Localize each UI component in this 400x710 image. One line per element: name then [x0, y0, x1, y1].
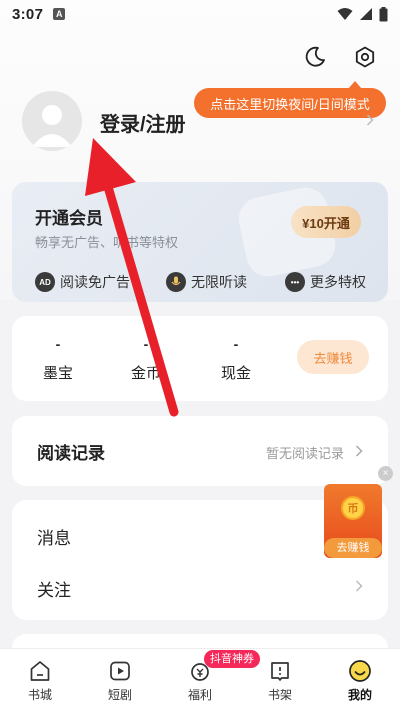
- night-mode-button[interactable]: [300, 42, 330, 72]
- smiley-icon: [349, 660, 371, 682]
- follow-row[interactable]: 关注: [37, 576, 71, 601]
- battery-icon: [379, 6, 388, 21]
- nav-bookshelf[interactable]: 书架: [250, 659, 310, 703]
- stat-coins[interactable]: - 金币: [116, 336, 176, 383]
- ad-free-icon: AD: [35, 272, 55, 292]
- reading-record-title: 阅读记录: [37, 444, 105, 463]
- messages-row[interactable]: 消息: [37, 524, 71, 549]
- nav-mine[interactable]: 我的: [330, 659, 390, 703]
- chevron-right-icon: [366, 114, 374, 126]
- stat-label: 金币: [130, 365, 161, 382]
- vip-feature-label: 更多特权: [310, 274, 366, 290]
- avatar[interactable]: [22, 91, 82, 151]
- settings-icon: [355, 46, 375, 68]
- reading-record-row[interactable]: 阅读记录 暂无阅读记录: [12, 416, 388, 486]
- vip-feature-listen[interactable]: 无限听读: [166, 272, 247, 292]
- stat-cash[interactable]: - 现金: [206, 336, 266, 383]
- floating-earn-widget[interactable]: 币 去赚钱: [324, 484, 382, 558]
- stat-mobao[interactable]: - 墨宝: [28, 336, 88, 383]
- bookshelf-icon: [271, 662, 289, 681]
- stat-value: -: [233, 336, 239, 352]
- default-avatar-icon: [32, 105, 72, 147]
- play-icon: [110, 661, 130, 681]
- nav-label: 书架: [267, 688, 292, 702]
- nav-short-drama[interactable]: 短剧: [90, 659, 150, 703]
- chevron-right-icon: [355, 580, 363, 592]
- stat-label: 现金: [220, 365, 251, 382]
- coin-icon: 币: [341, 496, 365, 520]
- vip-feature-label: 阅读免广告: [60, 274, 130, 290]
- signal-icon: [360, 8, 372, 20]
- nav-label: 我的: [347, 688, 372, 702]
- tooltip-text: 点击这里切换夜间/日间模式: [210, 96, 370, 112]
- earn-money-button[interactable]: 去赚钱: [297, 340, 369, 374]
- floating-earn-label: 去赚钱: [324, 538, 382, 558]
- vip-card[interactable]: 开通会员 畅享无广告、听书等特权 ¥10开通 AD 阅读免广告 无限听读 •••…: [12, 182, 388, 302]
- welfare-badge: 抖音神券: [204, 650, 260, 668]
- nav-label: 福利: [187, 688, 212, 702]
- vip-purchase-button[interactable]: ¥10开通: [291, 206, 361, 238]
- more-dots-icon: •••: [285, 272, 305, 292]
- vip-feature-more[interactable]: ••• 更多特权: [285, 272, 366, 292]
- close-icon[interactable]: ×: [378, 466, 393, 481]
- night-mode-tooltip: 点击这里切换夜间/日间模式: [194, 81, 386, 118]
- login-register-link[interactable]: 登录/注册: [100, 108, 186, 137]
- nav-label: 书城: [27, 688, 52, 702]
- stat-label: 墨宝: [42, 365, 73, 382]
- stat-value: -: [143, 336, 149, 352]
- home-icon: [30, 661, 50, 681]
- vip-feature-label: 无限听读: [191, 274, 247, 290]
- status-indicators: [337, 6, 388, 22]
- nav-bookstore[interactable]: 书城: [10, 659, 70, 703]
- status-bar: 3:07 A: [0, 0, 400, 28]
- notification-icon: A: [53, 8, 66, 20]
- settings-button[interactable]: [350, 42, 380, 72]
- wallet-card: - 墨宝 - 金币 - 现金 去赚钱: [12, 316, 388, 401]
- moon-icon: [305, 46, 325, 67]
- nav-label: 短剧: [107, 688, 132, 702]
- vip-title: 开通会员: [35, 209, 103, 228]
- chevron-right-icon: [355, 445, 363, 457]
- vip-feature-ad-free[interactable]: AD 阅读免广告: [35, 272, 130, 292]
- reading-record-hint: 暂无阅读记录: [266, 446, 345, 461]
- status-time: 3:07: [12, 5, 44, 23]
- wifi-icon: [337, 8, 353, 20]
- bottom-nav: 书城 短剧 福利 书架 我的: [0, 648, 400, 710]
- vip-subtitle: 畅享无广告、听书等特权: [35, 235, 179, 250]
- stat-value: -: [55, 336, 61, 352]
- microphone-icon: [166, 272, 186, 292]
